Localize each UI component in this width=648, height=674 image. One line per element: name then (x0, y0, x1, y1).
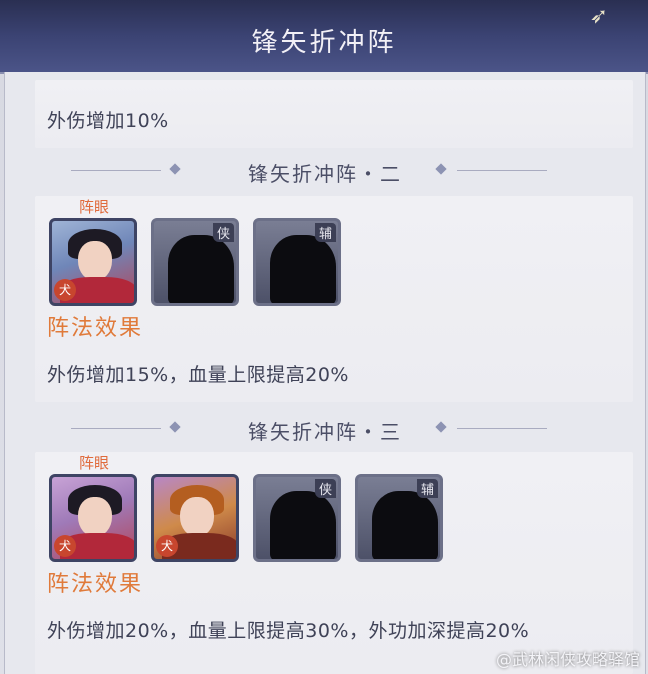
section-3-effect: 外伤增加20%，血量上限提高30%，外功加深提高20% (47, 620, 530, 642)
locked-slot[interactable]: 辅 (253, 218, 341, 306)
role-tag: 侠 (212, 223, 234, 242)
formation-eye-label: 阵眼 (79, 198, 110, 216)
hero-slot[interactable]: 犬 (49, 474, 137, 562)
swallow-icon: ➶ (589, 4, 608, 29)
hero-face (78, 241, 112, 281)
hero-face (78, 497, 112, 537)
section-3-card: 阵眼 犬 犬 侠 辅 阵法效果 外伤增加20%，血量上限提高30%，外功加深提高… (35, 452, 633, 674)
section-2-effect: 外伤增加15%，血量上限提高20% (47, 364, 349, 386)
class-badge: 犬 (156, 535, 178, 557)
role-tag: 侠 (314, 479, 336, 498)
locked-slot[interactable]: 辅 (355, 474, 443, 562)
role-tag: 辅 (314, 223, 336, 242)
watermark: @武林闲侠攻略驿馆 (495, 650, 640, 669)
locked-slot[interactable]: 侠 (253, 474, 341, 562)
section-3-header: 锋矢折冲阵・三 (1, 414, 648, 444)
class-badge: 犬 (54, 535, 76, 557)
role-tag: 辅 (416, 479, 438, 498)
title-bar: 锋矢折冲阵 ➶ (0, 0, 648, 74)
section-1-effect: 外伤增加10% (47, 110, 169, 132)
silhouette-icon (270, 235, 336, 303)
hero-slot[interactable]: 犬 (49, 218, 137, 306)
silhouette-icon (168, 235, 234, 303)
silhouette-icon (372, 491, 438, 559)
locked-slot[interactable]: 侠 (151, 218, 239, 306)
formation-panel[interactable]: 外伤增加10% 锋矢折冲阵・二 阵眼 犬 侠 辅 阵法效果 外伤增加15%，血量… (4, 72, 646, 674)
hero-face (180, 497, 214, 537)
silhouette-icon (270, 491, 336, 559)
hero-slot[interactable]: 犬 (151, 474, 239, 562)
page-title: 锋矢折冲阵 (251, 28, 397, 58)
formation-eye-label: 阵眼 (79, 454, 110, 472)
section-1-card: 外伤增加10% (35, 80, 633, 148)
section-2-title: 锋矢折冲阵・二 (248, 162, 402, 186)
section-2-header: 锋矢折冲阵・二 (1, 156, 648, 186)
class-badge: 犬 (54, 279, 76, 301)
section-3-title: 锋矢折冲阵・三 (248, 420, 402, 444)
effect-title: 阵法效果 (47, 572, 144, 597)
section-2-card: 阵眼 犬 侠 辅 阵法效果 外伤增加15%，血量上限提高20% (35, 196, 633, 402)
effect-title: 阵法效果 (47, 316, 144, 341)
